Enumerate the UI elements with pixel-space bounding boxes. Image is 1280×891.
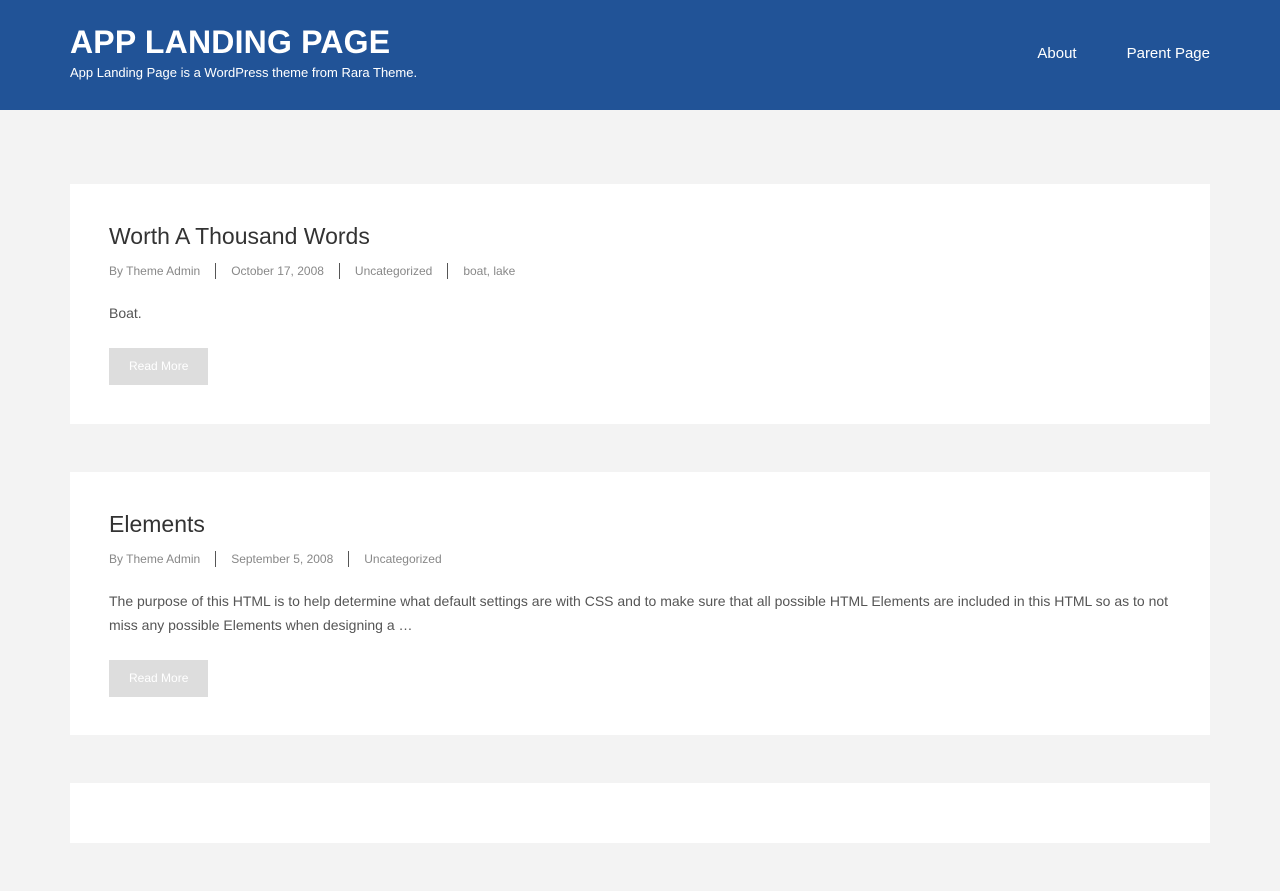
category-link[interactable]: Uncategorized [355,264,432,278]
author-prefix: By [109,552,124,566]
post-date: October 17, 2008 [215,263,339,279]
post-list: Worth A Thousand Words By Theme Admin Oc… [70,184,1210,891]
post-card: Worth A Thousand Words By Theme Admin Oc… [70,184,1210,424]
post-date: September 5, 2008 [215,551,348,567]
author-link[interactable]: Theme Admin [126,264,200,278]
site-branding: APP LANDING PAGE App Landing Page is a W… [70,23,417,80]
site-header: APP LANDING PAGE App Landing Page is a W… [0,0,1280,110]
main-navigation: About Parent Page [1037,45,1210,62]
read-more-button[interactable]: Read More [109,660,209,697]
post-title: Elements [109,510,1171,538]
nav-item-about[interactable]: About [1037,45,1076,62]
post-author: By Theme Admin [109,263,215,279]
post-category: Uncategorized [348,551,456,567]
post-excerpt: Boat. [109,305,142,321]
post-author: By Theme Admin [109,551,215,567]
post-title-link[interactable]: Elements [109,511,205,537]
read-more-button[interactable]: Read More [109,348,209,385]
author-link[interactable]: Theme Admin [126,552,200,566]
category-link[interactable]: Uncategorized [364,552,441,566]
post-tags: boat, lake [447,263,530,279]
post-category: Uncategorized [338,263,447,279]
post-meta: By Theme Admin September 5, 2008 Uncateg… [109,551,1171,567]
date-link[interactable]: October 17, 2008 [231,264,324,278]
tags-link[interactable]: boat, lake [463,264,515,278]
post-title-link[interactable]: Worth A Thousand Words [109,223,370,249]
post-card-partial [70,783,1210,843]
author-prefix: By [109,264,124,278]
post-excerpt: The purpose of this HTML is to help dete… [109,593,1169,633]
site-title-link[interactable]: APP LANDING PAGE [70,23,417,61]
nav-item-parent-page[interactable]: Parent Page [1127,45,1210,62]
site-description: App Landing Page is a WordPress theme fr… [70,65,418,80]
post-title: Worth A Thousand Words [109,222,1171,250]
post-meta: By Theme Admin October 17, 2008 Uncatego… [109,263,1171,279]
post-card: Elements By Theme Admin September 5, 200… [70,472,1210,735]
date-link[interactable]: September 5, 2008 [231,552,333,566]
